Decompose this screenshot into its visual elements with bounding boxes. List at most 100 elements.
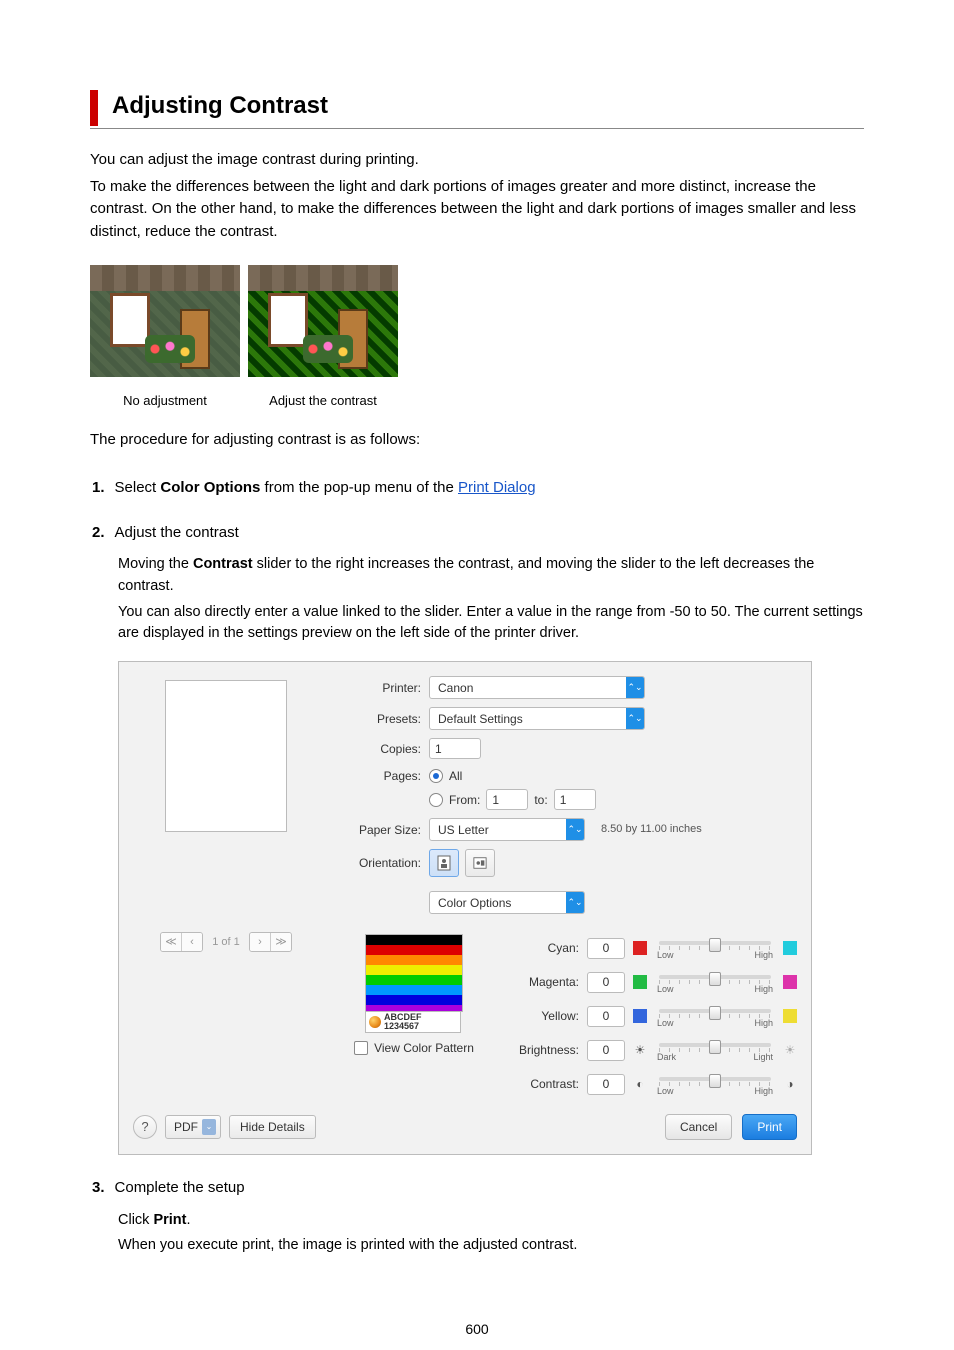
pager-next[interactable]: ›≫ bbox=[249, 932, 292, 952]
copies-input[interactable]: 1 bbox=[429, 738, 481, 759]
contrast-high-icon: ◑ bbox=[783, 1077, 797, 1091]
brightness-value-input[interactable]: 0 bbox=[587, 1040, 625, 1061]
sun-light-icon: ☀ bbox=[783, 1043, 797, 1057]
popup-arrows-icon: ⌃⌄ bbox=[626, 677, 644, 698]
sample-no-adjust bbox=[90, 265, 240, 377]
dialog-footer: ? PDF ⌄ Hide Details Cancel Print bbox=[133, 1114, 797, 1140]
pager-prev[interactable]: ≪‹ bbox=[160, 932, 203, 952]
contrast-slider-track[interactable]: Low High bbox=[655, 1072, 775, 1096]
sun-dark-icon: ☀ bbox=[633, 1043, 647, 1057]
green-swatch-icon bbox=[633, 975, 647, 989]
help-button[interactable]: ? bbox=[133, 1115, 157, 1139]
paper-dim: 8.50 by 11.00 inches bbox=[601, 821, 702, 838]
view-color-pattern-label: View Color Pattern bbox=[374, 1039, 474, 1057]
steps-list: 1. Select Color Options from the pop-up … bbox=[90, 477, 864, 1257]
magenta-swatch-icon bbox=[783, 975, 797, 989]
color-preview-swatch: ABCDEF 1234567 bbox=[365, 934, 463, 1033]
intro-p2: To make the differences between the ligh… bbox=[90, 176, 864, 244]
pages-range-radio[interactable] bbox=[429, 793, 443, 807]
magenta-value-input[interactable]: 0 bbox=[587, 972, 625, 993]
pages-all-radio[interactable] bbox=[429, 769, 443, 783]
step-3: 3. Complete the setup Click Print. When … bbox=[90, 1177, 864, 1257]
page: Adjusting Contrast You can adjust the im… bbox=[0, 0, 954, 1350]
presets-label: Presets: bbox=[339, 710, 421, 728]
step-2-title: Adjust the contrast bbox=[115, 522, 239, 545]
print-dialog-link[interactable]: Print Dialog bbox=[458, 479, 536, 496]
presets-popup[interactable]: Default Settings ⌃⌄ bbox=[429, 707, 645, 730]
printer-value: Canon bbox=[430, 679, 626, 697]
title-accent-bar bbox=[90, 90, 98, 126]
orientation-landscape[interactable] bbox=[465, 849, 495, 877]
step-1-bold: Color Options bbox=[160, 479, 260, 496]
copies-value: 1 bbox=[435, 740, 442, 758]
person-landscape-icon bbox=[473, 855, 487, 871]
yellow-value-input[interactable]: 0 bbox=[587, 1006, 625, 1027]
paper-size-value: US Letter bbox=[430, 821, 566, 839]
cancel-button[interactable]: Cancel bbox=[665, 1114, 732, 1140]
caption-adjusted: Adjust the contrast bbox=[248, 391, 398, 411]
dialog-settings-column: Printer: Canon ⌃⌄ Presets: Default Setti… bbox=[339, 676, 797, 1096]
contrast-low-icon: ◐ bbox=[633, 1077, 647, 1091]
dialog-pager: ≪‹ 1 of 1 ›≫ bbox=[160, 932, 292, 952]
print-dialog: ≪‹ 1 of 1 ›≫ Printer: Canon ⌃⌄ bbox=[118, 661, 812, 1155]
step-3-number: 3. bbox=[92, 1177, 105, 1200]
page-title: Adjusting Contrast bbox=[112, 88, 328, 124]
preview-text-2: 1234567 bbox=[384, 1022, 422, 1031]
intro-text: You can adjust the image contrast during… bbox=[90, 149, 864, 243]
paper-size-label: Paper Size: bbox=[339, 821, 421, 839]
magenta-slider-track[interactable]: Low High bbox=[655, 970, 775, 994]
dialog-preview-column: ≪‹ 1 of 1 ›≫ bbox=[133, 676, 319, 1096]
printer-label: Printer: bbox=[339, 679, 421, 697]
step3-l1bold: Print bbox=[153, 1212, 186, 1228]
presets-value: Default Settings bbox=[430, 710, 626, 728]
slider-cyan: Cyan: 0 Low High bbox=[507, 936, 797, 960]
slider-magenta: Magenta: 0 Low High bbox=[507, 970, 797, 994]
caption-no-adjust: No adjustment bbox=[90, 391, 240, 411]
brightness-slider-track[interactable]: Dark Light bbox=[655, 1038, 775, 1062]
pages-from-input[interactable]: 1 bbox=[486, 789, 528, 810]
yellow-swatch-icon bbox=[783, 1009, 797, 1023]
paper-size-popup[interactable]: US Letter ⌃⌄ bbox=[429, 818, 585, 841]
checkbox-icon bbox=[354, 1041, 368, 1055]
pdf-button[interactable]: PDF ⌄ bbox=[165, 1115, 221, 1139]
step3-l1b: . bbox=[186, 1212, 190, 1228]
copies-label: Copies: bbox=[339, 740, 421, 758]
orientation-label: Orientation: bbox=[339, 854, 421, 872]
print-button[interactable]: Print bbox=[742, 1114, 797, 1140]
printer-popup[interactable]: Canon ⌃⌄ bbox=[429, 676, 645, 699]
step3-l1a: Click bbox=[118, 1212, 153, 1228]
color-wheel-icon bbox=[369, 1016, 381, 1028]
pages-label: Pages: bbox=[339, 767, 421, 785]
step2-l1a: Moving the bbox=[118, 556, 193, 572]
pages-all-text: All bbox=[449, 767, 462, 785]
step-1: 1. Select Color Options from the pop-up … bbox=[90, 477, 864, 500]
step-2-body: Moving the Contrast slider to the right … bbox=[118, 554, 864, 645]
dialog-page-preview bbox=[165, 680, 287, 832]
view-color-pattern[interactable]: View Color Pattern bbox=[354, 1039, 474, 1057]
step-2: 2. Adjust the contrast Moving the Contra… bbox=[90, 522, 864, 1156]
hide-details-label: Hide Details bbox=[240, 1118, 305, 1136]
pages-to-input[interactable]: 1 bbox=[554, 789, 596, 810]
section-popup[interactable]: Color Options ⌃⌄ bbox=[429, 891, 585, 914]
example-images bbox=[90, 265, 864, 377]
step2-l2: You can also directly enter a value link… bbox=[118, 602, 864, 646]
step-1-number: 1. bbox=[92, 477, 105, 500]
slider-brightness: Brightness: 0 ☀ Dark Light ☀ bbox=[507, 1038, 797, 1062]
blue-swatch-icon bbox=[633, 1009, 647, 1023]
person-portrait-icon bbox=[437, 855, 451, 871]
chevron-down-icon: ⌄ bbox=[202, 1119, 216, 1135]
contrast-value-input[interactable]: 0 bbox=[587, 1074, 625, 1095]
page-number: 600 bbox=[0, 1319, 954, 1340]
page-title-block: Adjusting Contrast bbox=[90, 88, 864, 129]
popup-arrows-icon: ⌃⌄ bbox=[566, 892, 584, 913]
pager-count: 1 of 1 bbox=[203, 933, 249, 951]
cyan-slider-track[interactable]: Low High bbox=[655, 936, 775, 960]
cyan-value-input[interactable]: 0 bbox=[587, 938, 625, 959]
orientation-portrait[interactable] bbox=[429, 849, 459, 877]
slider-yellow: Yellow: 0 Low High bbox=[507, 1004, 797, 1028]
sample-adjusted bbox=[248, 265, 398, 377]
yellow-slider-track[interactable]: Low High bbox=[655, 1004, 775, 1028]
procedure-line: The procedure for adjusting contrast is … bbox=[90, 429, 864, 452]
red-swatch-icon bbox=[633, 941, 647, 955]
hide-details-button[interactable]: Hide Details bbox=[229, 1115, 316, 1139]
